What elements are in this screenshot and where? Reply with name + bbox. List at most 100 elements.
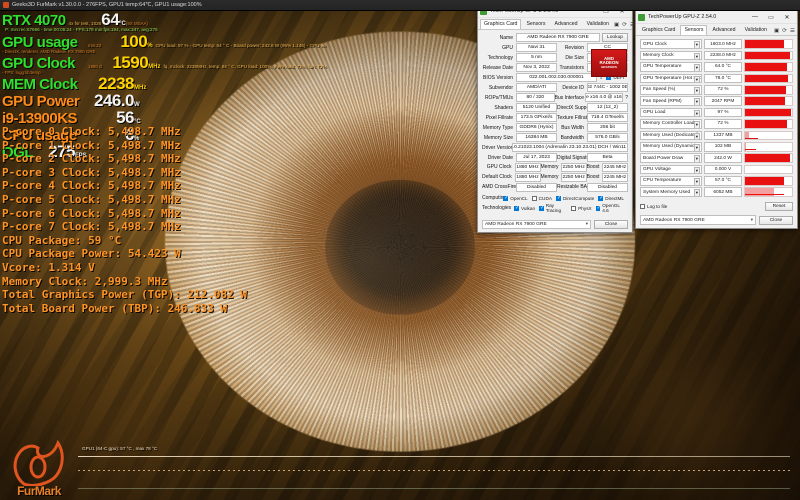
checkbox-opencl[interactable]: OpenCL [503, 196, 527, 201]
sensor-name-dropdown[interactable]: GPU Temperature [640, 62, 702, 72]
checkbox-label: OpenGL 4.6 [602, 203, 624, 213]
osd-trail: fq, mclock: 2238MHz, temp: 64 ° C, GPU l… [164, 65, 327, 70]
close-window-button[interactable]: Close [759, 216, 793, 225]
tab-advanced[interactable]: Advanced [550, 19, 581, 29]
sensor-value: 1337 MB [704, 131, 742, 141]
sensor-name-dropdown[interactable]: GPU Clock [640, 39, 702, 49]
sensor-name-dropdown[interactable]: Board Power Draw [640, 153, 702, 163]
furmark-window-titlebar: Geeks3D FurMark v1.30.0.0 - 276FPS, GPU1… [0, 0, 800, 11]
gpuz-graphics-card-window[interactable]: TechPowerUp GPU-Z 2.54.0 — ▭ ✕ Graphics … [477, 4, 633, 233]
tab-graphics-card[interactable]: Graphics Card [480, 19, 521, 29]
field-value: AMD/ATI [516, 83, 557, 92]
refresh-icon[interactable]: ⟳ [622, 22, 627, 28]
reset-button[interactable]: Reset [765, 202, 793, 211]
osd-unit: W [134, 102, 140, 108]
field-label-2: Bus Interface [555, 95, 585, 101]
close-window-button[interactable]: Close [594, 220, 628, 229]
field-value-2: 256 bit [587, 123, 628, 132]
maximize-button[interactable]: ▭ [763, 11, 779, 24]
field-row: AMD CrossFireDisabledResizable BARDisabl… [482, 183, 628, 192]
checkbox-label: OpenCL [510, 196, 527, 201]
field-label: GPU [482, 45, 516, 51]
field-value: 31.0.21023.1004 (Adrenalin 23.10.23.01) … [512, 143, 628, 152]
tab-validation[interactable]: Validation [741, 25, 771, 35]
sensor-row: GPU Temperature64.0 °C [640, 62, 793, 72]
gpuz-card-tool-icons: ▣ ⟳ ☰ [614, 22, 635, 29]
sensor-graph [744, 51, 793, 61]
refresh-icon[interactable]: ⟳ [782, 28, 787, 34]
menu-icon[interactable]: ☰ [790, 28, 795, 34]
field-row: Shaders5120 UnifiedDirectX Support12 (12… [482, 103, 628, 112]
field-value: 022.001.002.030.000001 [516, 73, 597, 82]
gpu-select-dropdown[interactable]: AMD Radeon RX 7900 GRE [640, 215, 756, 225]
osd-row-gpu-usage: GPU usagemin:22100%GPU load: 97 % - GPU … [2, 33, 326, 50]
sensor-name-dropdown[interactable]: Fan Speed (%) [640, 85, 702, 95]
field-label: Default Clock [482, 174, 515, 180]
tab-graphics-card[interactable]: Graphics Card [638, 25, 679, 35]
camera-icon[interactable]: ▣ [774, 28, 779, 34]
tab-sensors[interactable]: Sensors [680, 25, 707, 35]
close-button[interactable]: ✕ [779, 11, 795, 24]
sensor-name-dropdown[interactable]: GPU Load [640, 108, 702, 118]
sensor-name-dropdown[interactable]: CPU Temperature [640, 176, 702, 186]
field-label-2: Resizable BAR [557, 184, 587, 190]
checkbox-directml[interactable]: DirectML [598, 196, 624, 201]
field-value-2: 718.4 GTexel/s [587, 113, 628, 122]
computing-row: Computing OpenCLCUDADirectComputeDirectM… [482, 194, 628, 203]
furmark-window-title: Geeks3D FurMark v1.30.0.0 - 276FPS, GPU1… [12, 2, 202, 8]
gpu-select-dropdown[interactable]: AMD Radeon RX 7900 GRE [482, 220, 591, 230]
checkbox-ray-tracing[interactable]: Ray Tracing [539, 203, 567, 213]
tab-advanced[interactable]: Advanced [708, 25, 739, 35]
field-value: GDDR6 (Hynix) [516, 123, 557, 132]
sensor-value: 78.0 °C [704, 74, 742, 84]
sensor-name-dropdown[interactable]: Memory Used (Dedicated) [640, 131, 702, 141]
sensor-value: 2047 RPM [704, 96, 742, 106]
sensor-name-dropdown[interactable]: GPU Voltage [640, 165, 702, 175]
osd-value: 100 [101, 33, 147, 50]
amd-logo-line3: GRAPHICS [601, 66, 617, 69]
tab-sensors[interactable]: Sensors [522, 19, 549, 29]
sensor-name-dropdown[interactable]: Memory Clock [640, 51, 702, 61]
sensor-name-dropdown[interactable]: Memory Used (Dynamic) [640, 142, 702, 152]
checkbox-cuda[interactable]: CUDA [532, 196, 552, 201]
checkbox-box [556, 196, 561, 201]
sensor-value: 57.0 °C [704, 176, 742, 186]
field-label: AMD CrossFire [482, 184, 516, 190]
graph-trace-top [78, 456, 790, 457]
field-value-2: 1002 744C - 1002 0E3B [587, 83, 628, 92]
checkbox-opengl-4-6[interactable]: OpenGL 4.6 [596, 203, 624, 213]
camera-icon[interactable]: ▣ [614, 22, 619, 28]
gpuz-sensors-window[interactable]: TechPowerUp GPU-Z 2.54.0 — ▭ ✕ Graphics … [635, 10, 798, 229]
sensor-row: Memory Used (Dedicated)1337 MB [640, 130, 793, 140]
checkbox-label: DirectML [605, 196, 624, 201]
checkbox-vulkan[interactable]: Vulkan [514, 203, 535, 213]
minimize-button[interactable]: — [747, 11, 763, 24]
field-row: GPU Clock1880 MHzMemory2250 MHzBoost2245… [482, 163, 628, 172]
field-label-2: Memory [541, 174, 561, 180]
osd-row-mem-clock: MEM Clock2238MHz [2, 75, 326, 92]
gpuz-sensors-titlebar[interactable]: TechPowerUp GPU-Z 2.54.0 — ▭ ✕ [636, 11, 797, 24]
field-value: 1880 MHz [515, 173, 541, 182]
log-to-file-checkbox[interactable]: Log to file [640, 204, 667, 209]
field-label: BIOS Version [482, 75, 516, 81]
osd-row-i9-13900ks: i9-13900KS56°C [2, 109, 326, 126]
sensor-name-dropdown[interactable]: Memory Controller Load [640, 119, 702, 129]
sensor-value: 102 MB [704, 142, 742, 152]
sensor-value: 6052 MB [704, 187, 742, 197]
field-value-2: 2250 MHz [561, 173, 587, 182]
sensor-name-dropdown[interactable]: Fan Speed (RPM) [640, 96, 702, 106]
osd-gpu-temp-value: 64 [101, 11, 119, 28]
gpuz-sensors-title: TechPowerUp GPU-Z 2.54.0 [648, 14, 747, 20]
checkbox-directcompute[interactable]: DirectCompute [556, 196, 594, 201]
field-value: 5 nm [516, 53, 557, 62]
sensor-name-dropdown[interactable]: System Memory Used [640, 187, 702, 197]
checkbox-physx[interactable]: PhysX [571, 203, 592, 213]
osd-value: 1590 [102, 54, 148, 71]
checkbox-box [571, 206, 576, 211]
tab-validation[interactable]: Validation [583, 19, 613, 29]
sensor-name-dropdown[interactable]: GPU Temperature (Hot Spot) [640, 74, 702, 84]
lookup-button[interactable]: Lookup [602, 33, 628, 42]
help-icon[interactable]: ? [625, 95, 628, 101]
gpuz-sensors-logrow: Log to file Reset [636, 200, 797, 213]
technologies-label: Technologies [482, 205, 514, 211]
